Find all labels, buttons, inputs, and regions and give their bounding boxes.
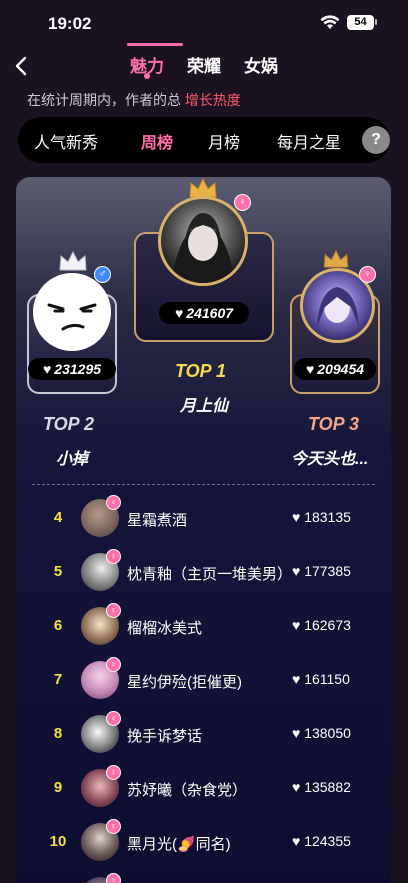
tab-rising-stars[interactable]: 人气新秀 [34, 129, 98, 153]
top1-rank-label: TOP 1 [175, 361, 227, 381]
row-score-value: 138050 [304, 725, 351, 741]
top1-score: ♥ 241607 [159, 302, 249, 324]
row-rank: 10 [49, 833, 67, 850]
heart-icon: ♥ [292, 833, 301, 849]
row-score: ♥ 138050 [292, 725, 351, 741]
battery-tip [375, 19, 377, 25]
female-icon: ♀ [106, 873, 121, 883]
period-selector: 人气新秀 周榜 月榜 每月之星 [18, 117, 390, 163]
ranking-description: 在统计周期内，作者的总 增长热度 [27, 90, 241, 110]
wifi-icon [320, 15, 340, 29]
top1-name[interactable]: 月上仙 [180, 392, 228, 416]
row-score-value: 161150 [304, 671, 350, 687]
female-icon: ♀ [106, 549, 121, 564]
row-name: 枕青釉（主页一堆美男） [127, 566, 293, 583]
tab-glory[interactable]: 荣耀 [187, 52, 221, 77]
row-rank: 9 [53, 779, 63, 796]
tab-weekly[interactable]: 周榜 [141, 129, 173, 153]
heart-icon: ♥ [292, 509, 301, 525]
row-score: ♥ 177385 [292, 563, 351, 579]
row-score-value: 162673 [304, 617, 351, 633]
help-button[interactable]: ? [362, 126, 390, 154]
list-item[interactable]: 6 ♀ 榴榴冰美式 ♥ 162673 [16, 603, 391, 653]
description-text: 在统计周期内，作者的总 [27, 92, 185, 108]
avatar-top2[interactable] [33, 273, 111, 351]
row-rank: 8 [53, 725, 63, 742]
status-bar: 19:02 54 [0, 0, 408, 48]
row-name: 榴榴冰美式 [127, 620, 203, 637]
period-tab-underline [127, 43, 183, 46]
top2-name[interactable]: 小掉 [56, 445, 88, 469]
heart-icon: ♥ [292, 563, 301, 579]
row-score: ♥ 161150 [292, 671, 350, 687]
list-item[interactable]: 9 ♀ 苏妤曦（杂食党） ♥ 135882 [16, 765, 391, 815]
battery-indicator: 54 [347, 15, 374, 30]
list-item[interactable]: 8 ♀ 挽手诉梦话 ♥ 138050 [16, 711, 391, 761]
silver-crown-icon [59, 250, 87, 271]
female-icon: ♀ [106, 603, 121, 618]
heart-icon: ♥ [292, 671, 301, 687]
female-icon: ♀ [106, 819, 121, 834]
description-highlight: 增长热度 [184, 92, 241, 108]
row-rank: 4 [53, 509, 63, 526]
row-name: 星霜煮酒 [127, 512, 188, 529]
row-score-value: 124355 [304, 833, 351, 849]
avatar-top1-art [171, 213, 235, 283]
tab-monthly[interactable]: 月榜 [208, 129, 240, 153]
row-score: ♥ 183135 [292, 509, 351, 525]
divider [32, 484, 375, 485]
list-item[interactable]: ♀ [16, 873, 391, 883]
row-name: 苏妤曦（杂食党） [127, 782, 248, 799]
row-rank: 6 [53, 617, 63, 634]
heart-icon: ♥ [305, 361, 315, 377]
status-time: 19:02 [48, 14, 92, 33]
female-icon: ♀ [106, 657, 121, 672]
top2-score-value: 231295 [54, 361, 102, 377]
female-icon: ♀ [234, 194, 251, 211]
female-icon: ♀ [106, 765, 121, 780]
male-icon: ♂ [94, 266, 111, 283]
female-icon: ♀ [106, 711, 121, 726]
row-score-value: 135882 [304, 779, 351, 795]
row-rank: 5 [53, 563, 63, 580]
list-item[interactable]: 4 ♀ 星霜煮酒 ♥ 183135 [16, 495, 391, 545]
heart-icon: ♥ [174, 305, 184, 321]
active-tab-indicator [144, 73, 150, 79]
bronze-crown-icon [323, 249, 349, 268]
top3-score-value: 209454 [317, 361, 365, 377]
list-item[interactable]: 5 ♀ 枕青釉（主页一堆美男） ♥ 177385 [16, 549, 391, 599]
row-name: 星约伊殓(拒催更) [127, 674, 242, 691]
tab-monthly-star[interactable]: 每月之星 [277, 129, 341, 153]
top2-rank-label: TOP 2 [43, 414, 95, 434]
list-item[interactable]: 10 ♀ 黑月光(🍠同名) ♥ 124355 [16, 819, 391, 869]
row-score-value: 183135 [304, 509, 351, 525]
row-rank: 7 [53, 671, 63, 688]
heart-icon: ♥ [292, 779, 301, 795]
row-score: ♥ 124355 [292, 833, 351, 849]
female-icon: ♀ [106, 495, 121, 510]
top3-rank-label: TOP 3 [308, 414, 360, 434]
top3-name[interactable]: 今天头也... [291, 445, 368, 469]
female-icon: ♀ [359, 266, 376, 283]
row-score-value: 177385 [304, 563, 351, 579]
row-score: ♥ 135882 [292, 779, 351, 795]
avatar-top1[interactable] [158, 196, 248, 286]
heart-icon: ♥ [292, 725, 301, 741]
row-name: 挽手诉梦话 [127, 728, 203, 745]
tab-nuwa[interactable]: 女娲 [244, 52, 278, 77]
row-score: ♥ 162673 [292, 617, 351, 633]
top2-score: ♥ 231295 [28, 358, 116, 380]
heart-icon: ♥ [42, 361, 52, 377]
avatar-top2-art [47, 303, 97, 331]
top-tabs: 魅力 荣耀 女娲 [0, 52, 408, 82]
row-name: 黑月光(🍠同名) [127, 836, 231, 853]
ranking-panel: ♀ ♥ 241607 TOP 1 月上仙 ♂ ♥ 231295 TOP 2 小掉 ♀… [16, 177, 391, 883]
list-item[interactable]: 7 ♀ 星约伊殓(拒催更) ♥ 161150 [16, 657, 391, 707]
top3-score: ♥ 209454 [294, 358, 376, 380]
heart-icon: ♥ [292, 617, 301, 633]
top1-score-value: 241607 [186, 305, 234, 321]
